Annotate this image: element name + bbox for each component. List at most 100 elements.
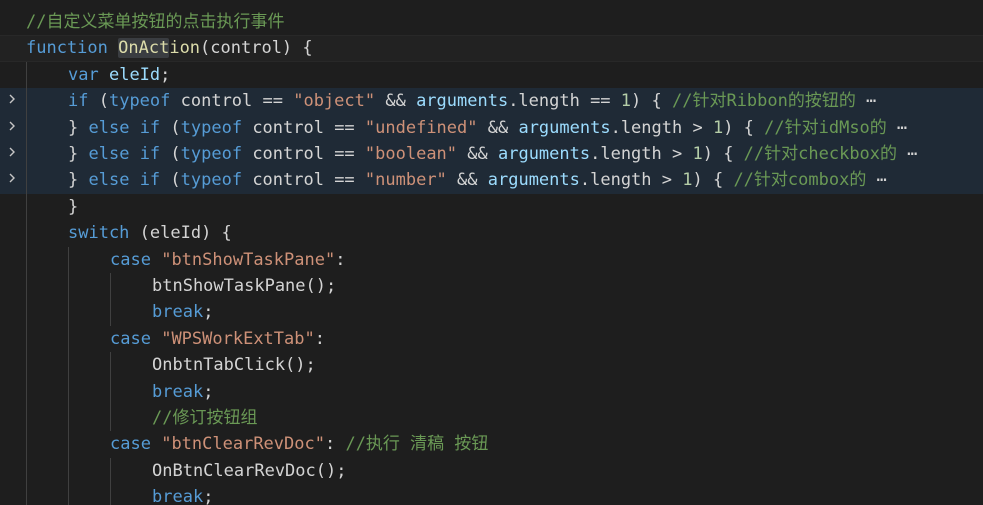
code-editor[interactable]: //自定义菜单按钮的点击执行事件 function OnAction(contro… <box>0 0 983 505</box>
code-token-string: "undefined" <box>364 117 478 138</box>
code-text: } else if (typeof control == "undefined"… <box>68 115 907 141</box>
code-token-text: control == <box>242 170 365 191</box>
folded-code-line[interactable]: } else if (typeof control == "number" &&… <box>0 167 983 194</box>
code-line[interactable]: //自定义菜单按钮的点击执行事件 <box>0 9 983 35</box>
indent-guide <box>26 299 27 326</box>
code-token-keyword: case <box>110 434 151 455</box>
code-line[interactable]: OnbtnTabClick(); <box>0 352 983 379</box>
indent-guide <box>110 299 111 326</box>
code-token-text: ; <box>203 487 214 505</box>
code-token-text: (eleId) { <box>129 223 232 244</box>
indent-guide <box>26 484 27 505</box>
chevron-right-icon[interactable] <box>7 120 17 136</box>
code-line[interactable]: function OnAction(control) { <box>0 35 983 62</box>
code-token-text: btnShowTaskPane(); <box>152 276 337 296</box>
folded-code-line[interactable]: } else if (typeof control == "undefined"… <box>0 114 983 141</box>
folded-code-line[interactable]: } else if (typeof control == "boolean" &… <box>0 141 983 168</box>
fold-ellipsis[interactable]: ⋯ <box>897 144 917 164</box>
code-token-text: OnBtnClearRevDoc(); <box>152 460 347 481</box>
code-line[interactable]: } <box>0 193 983 221</box>
code-line[interactable]: case "btnClearRevDoc": //执行 清稿 按钮 <box>0 431 983 458</box>
code-token-comment: //针对combox的 <box>733 170 867 191</box>
code-token-keyword: else <box>88 117 130 138</box>
code-token-keyword: function <box>26 38 108 59</box>
code-text: case "btnShowTaskPane": <box>110 247 345 273</box>
code-line[interactable]: break; <box>0 484 983 505</box>
indent-guide <box>68 431 69 458</box>
code-text: break; <box>152 484 213 505</box>
code-text: switch (eleId) { <box>68 220 232 246</box>
indent-guide <box>110 457 111 485</box>
code-token-text: && <box>375 91 417 112</box>
indent-guide <box>26 405 27 432</box>
fold-ellipsis[interactable]: ⋯ <box>866 170 887 190</box>
code-token-keyword: else <box>88 144 130 164</box>
code-token-comment: //修订按钮组 <box>152 408 258 428</box>
code-token-var: arguments <box>416 91 509 112</box>
code-token-keyword: else <box>88 170 130 191</box>
code-token-var: arguments <box>497 144 591 164</box>
code-token-number: 1 <box>712 117 724 138</box>
indent-guide <box>26 88 27 115</box>
line-gutter <box>0 62 24 88</box>
code-line[interactable]: case "WPSWorkExtTab": <box>0 325 983 353</box>
code-token-text: ( <box>160 117 181 138</box>
code-line[interactable]: break; <box>0 299 983 326</box>
code-line[interactable]: case "btnShowTaskPane": <box>0 246 983 273</box>
code-token-keyword: if <box>139 117 161 138</box>
indent-guide <box>68 246 69 273</box>
code-token-keyword: if <box>139 170 161 191</box>
code-token-text: ( <box>160 144 181 164</box>
folded-code-line[interactable]: if (typeof control == "object" && argume… <box>0 88 983 115</box>
code-token-text: .length > <box>590 144 693 164</box>
code-text: OnbtnTabClick(); <box>152 352 316 378</box>
indent-guide <box>26 220 27 247</box>
code-token-keyword: typeof <box>180 170 243 191</box>
code-line[interactable]: OnBtnClearRevDoc(); <box>0 457 983 485</box>
indent-guide <box>110 378 111 405</box>
code-line[interactable]: //修订按钮组 <box>0 405 983 432</box>
line-gutter <box>0 247 24 273</box>
chevron-right-icon[interactable] <box>7 146 17 162</box>
indent-guide <box>68 299 69 326</box>
code-line[interactable]: break; <box>0 378 983 405</box>
code-token-var: eleId <box>108 64 161 85</box>
code-token-string: "object" <box>293 91 376 112</box>
indent-guide <box>110 273 111 300</box>
line-gutter <box>0 9 24 35</box>
code-line[interactable]: var eleId; <box>0 61 983 89</box>
indent-guide <box>26 378 27 405</box>
indent-guide <box>110 484 111 505</box>
fold-ellipsis[interactable]: ⋯ <box>856 91 876 111</box>
indent-guide <box>26 193 27 221</box>
line-gutter <box>0 326 24 352</box>
chevron-right-icon[interactable] <box>7 93 17 109</box>
code-token-highlight: OnAct <box>118 38 170 59</box>
code-token-text: : <box>335 249 346 270</box>
code-token-keyword: switch <box>68 223 130 244</box>
code-token-keyword: typeof <box>108 91 171 112</box>
code-text: } else if (typeof control == "number" &&… <box>68 167 887 193</box>
code-token-text: control == <box>170 91 294 112</box>
indent-guide <box>68 378 69 405</box>
line-gutter <box>0 115 24 141</box>
code-token-text: && <box>457 144 498 164</box>
code-text: } <box>68 194 78 220</box>
indent-guide <box>26 141 27 168</box>
code-token-text: : <box>324 434 346 455</box>
line-gutter <box>0 379 24 405</box>
code-line[interactable]: btnShowTaskPane(); <box>0 273 983 300</box>
line-gutter <box>0 220 24 246</box>
indent-guide <box>110 405 111 432</box>
code-token-keyword: var <box>68 64 99 85</box>
code-token-text: .length > <box>610 117 713 138</box>
code-line[interactable]: switch (eleId) { <box>0 220 983 247</box>
fold-ellipsis[interactable]: ⋯ <box>887 118 907 138</box>
chevron-right-icon[interactable] <box>7 172 17 188</box>
indent-guide <box>26 61 27 89</box>
